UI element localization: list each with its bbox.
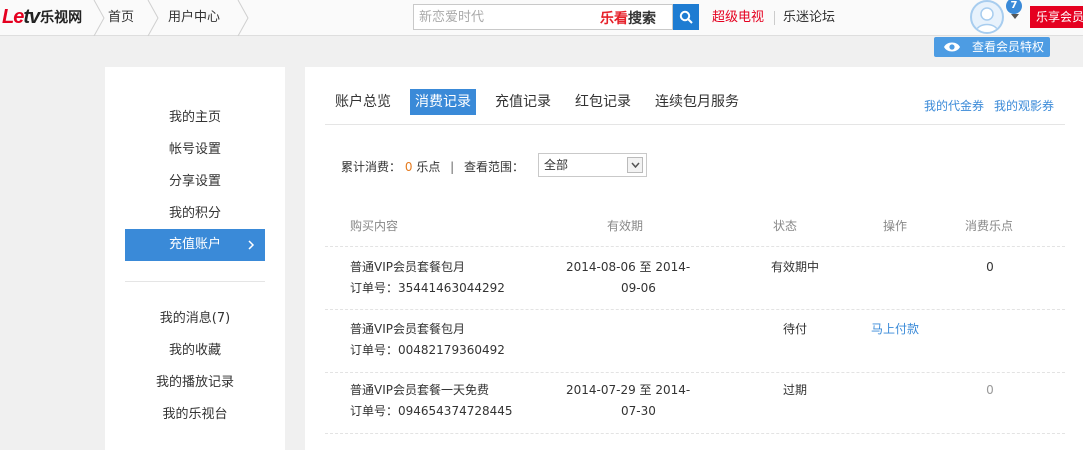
sidebar-item-account-settings[interactable]: 帐号设置 [105,134,285,166]
search-brand: 乐看搜索 [600,8,656,28]
row-status: 待付 [782,322,807,336]
tab-bar: 账户总览 消费记录 充值记录 红包记录 连续包月服务 我的代金券 我的观影券 [325,87,1065,125]
view-privilege-button[interactable]: 查看会员特权 [934,37,1050,57]
main-panel: 账户总览 消费记录 充值记录 红包记录 连续包月服务 我的代金券 我的观影券 累… [305,67,1083,450]
logo-cn: 乐视网 [40,10,83,26]
nav-super-tv[interactable]: 超级电视 [712,0,764,36]
breadcrumb-home[interactable]: 首页 [108,0,134,36]
table-row: 普通VIP会员套餐包月 订单号：35441463044292 2014-08-0… [325,248,1065,310]
sidebar-item-favorites[interactable]: 我的收藏 [105,335,285,367]
sidebar-item-label: 充值账户 [168,237,221,252]
tab-monthly-subscription[interactable]: 连续包月服务 [650,89,744,115]
breadcrumb-separator-icon [92,0,106,36]
pay-now-link[interactable]: 马上付款 [855,319,935,340]
tab-recharge-records[interactable]: 充值记录 [490,89,556,115]
sidebar-item-letv-channel[interactable]: 我的乐视台 [105,399,285,431]
sidebar-item-share-settings[interactable]: 分享设置 [105,166,285,198]
search-brand-b: 搜索 [628,11,656,27]
breadcrumb-separator-icon [236,0,250,36]
row-order-number: 订单号：094654374728445 [350,404,513,418]
breadcrumb-user-center[interactable]: 用户中心 [168,0,220,36]
row-points: 0 [986,383,994,397]
top-bar: Le tv 乐视网 首页 用户中心 乐看搜索 超级电视 乐迷论坛 7 乐享会员 [0,0,1083,36]
row-period-start: 2014-08-06 至 2014- [566,260,691,274]
col-points: 消费乐点 [965,219,1014,233]
table-header: 购买内容 有效期 状态 操作 消费乐点 [325,215,1065,247]
range-select-value: 全部 [544,158,569,172]
row-period-start: 2014-07-29 至 2014- [566,383,691,397]
search-box: 乐看搜索 [413,4,673,30]
row-item: 普通VIP会员套餐包月 [350,322,465,336]
user-icon [975,7,999,32]
filter-separator: | [450,160,455,174]
breadcrumb-separator-icon [146,0,160,36]
range-select[interactable]: 全部 [538,153,647,177]
sidebar-item-play-history[interactable]: 我的播放记录 [105,367,285,399]
link-my-movie-tickets[interactable]: 我的观影券 [994,97,1054,114]
sidebar-item-points[interactable]: 我的积分 [105,198,285,230]
col-purchase-content: 购买内容 [350,219,399,233]
table-row: 普通VIP会员套餐一天免费 订单号：094654374728445 2014-0… [325,372,1065,434]
col-validity: 有效期 [607,219,644,233]
search-icon [679,10,693,24]
search-input[interactable] [414,5,594,29]
chevron-right-icon [247,229,255,274]
tab-account-overview[interactable]: 账户总览 [330,89,396,115]
row-order-number: 订单号：00482179360492 [350,343,505,357]
total-unit: 乐点 [416,160,441,174]
letv-logo[interactable]: Le tv 乐视网 [2,6,82,28]
row-item: 普通VIP会员套餐包月 [350,260,465,274]
total-value: 0 [404,160,413,174]
tab-consumption-records[interactable]: 消费记录 [410,89,476,115]
row-period-end: 07-30 [621,404,656,418]
table-row: 普通VIP会员套餐包月 订单号：00482179360492 待付 马上付款 [325,311,1065,373]
col-status: 状态 [773,219,798,233]
total-label: 累计消费： [341,160,402,174]
sidebar-divider [125,281,265,282]
privilege-label: 查看会员特权 [972,40,1045,54]
search-brand-a: 乐看 [600,11,628,27]
col-action: 操作 [883,219,908,233]
vip-button[interactable]: 乐享会员 [1030,6,1083,28]
nav-forum[interactable]: 乐迷论坛 [783,0,835,36]
notification-badge[interactable]: 7 [1006,0,1022,14]
row-order-number: 订单号：35441463044292 [350,281,505,295]
avatar[interactable] [970,0,1004,34]
sidebar-item-home[interactable]: 我的主页 [105,102,285,134]
chevron-down-icon [627,157,643,173]
logo-le: Le [2,5,24,28]
sidebar-item-recharge-account[interactable]: 充值账户 [125,229,265,261]
link-my-vouchers[interactable]: 我的代金券 [924,97,984,114]
logo-tv: tv [23,5,40,28]
row-status: 过期 [782,383,807,397]
row-points: 0 [986,260,994,274]
consumption-summary: 累计消费： 0 乐点 | 查看范围： [341,156,524,178]
tab-red-packet-records[interactable]: 红包记录 [570,89,636,115]
row-item: 普通VIP会员套餐一天免费 [350,383,489,397]
range-label: 查看范围： [464,160,525,174]
chevron-down-icon[interactable] [1011,14,1019,19]
row-period-end: 09-06 [621,281,656,295]
row-status: 有效期中 [770,260,819,274]
eye-icon [944,42,960,52]
nav-divider [774,11,775,25]
sidebar: 我的主页 帐号设置 分享设置 我的积分 充值账户 我的消息(7) 我的收藏 我的… [105,67,285,450]
search-button[interactable] [673,4,699,30]
sidebar-item-messages[interactable]: 我的消息(7) [105,303,285,335]
